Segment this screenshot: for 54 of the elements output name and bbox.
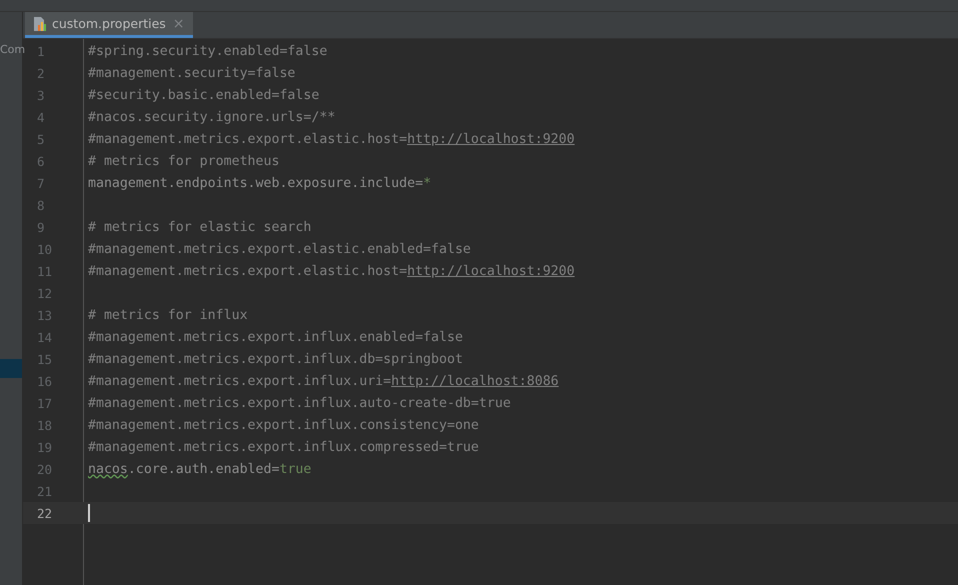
code-comment: #management.metrics.export.influx.auto-create-db=true (88, 396, 511, 410)
property-value: * (423, 176, 432, 190)
property-key: nacos (88, 462, 128, 476)
close-icon[interactable]: × (172, 16, 185, 32)
code-comment: #nacos.security.ignore.urls=/** (88, 110, 336, 124)
file-tab[interactable]: custom.properties × (25, 12, 193, 38)
code-comment: #management.metrics.export.influx.db=springboot (88, 352, 463, 366)
code-comment: #management.metrics.export.elastic.enabled=false (88, 242, 471, 256)
line-number: 5 (36, 132, 46, 146)
line-number: 18 (36, 418, 54, 432)
property-key: management.endpoints.web.exposure.include (88, 176, 416, 190)
line-number: 8 (36, 198, 46, 212)
line-number: 22 (36, 506, 54, 520)
code-comment: # metrics for prometheus (88, 154, 280, 168)
line-number: 11 (36, 264, 54, 278)
line-number: 7 (36, 176, 46, 190)
code-comment: #spring.security.enabled=false (88, 44, 328, 58)
line-number: 10 (36, 242, 54, 256)
line-number: 21 (36, 484, 54, 498)
line-number: 3 (36, 88, 46, 102)
code-comment: #management.metrics.export.influx.uri= (88, 374, 392, 388)
code-comment: #management.metrics.export.influx.compressed=true (88, 440, 479, 454)
code-comment: # metrics for influx (88, 308, 248, 322)
property-key: .core.auth.enabled (128, 462, 272, 476)
url-link[interactable]: http://localhost:8086 (391, 374, 559, 388)
selection-highlight (0, 359, 22, 378)
line-number: 1 (36, 44, 46, 58)
line-number: 15 (36, 352, 54, 366)
property-value: true (279, 462, 312, 476)
line-number: 16 (36, 374, 54, 388)
code-comment: #security.basic.enabled=false (88, 88, 320, 102)
code-comment: #management.metrics.export.elastic.host= (88, 264, 408, 278)
line-number: 19 (36, 440, 54, 454)
equals-sign: = (271, 462, 280, 476)
code-comment: # metrics for elastic search (88, 220, 312, 234)
code-comment: #management.metrics.export.elastic.host= (88, 132, 408, 146)
line-number: 6 (36, 154, 46, 168)
line-number: 17 (36, 396, 54, 410)
line-number: 14 (36, 330, 54, 344)
code-comment: #management.security=false (88, 66, 296, 80)
code-comment: #management.metrics.export.influx.enabled=false (88, 330, 463, 344)
text-cursor (88, 504, 90, 522)
line-number: 2 (36, 66, 46, 80)
line-number: 9 (36, 220, 46, 234)
url-link[interactable]: http://localhost:9200 (407, 264, 575, 278)
line-number: 13 (36, 308, 54, 322)
url-link[interactable]: http://localhost:9200 (407, 132, 575, 146)
equals-sign: = (415, 176, 424, 190)
properties-file-icon (33, 16, 47, 32)
line-number: 4 (36, 110, 46, 124)
line-number: 12 (36, 286, 54, 300)
line-number: 20 (36, 462, 54, 476)
panel-label: Com (0, 42, 23, 58)
code-comment: #management.metrics.export.influx.consistency=one (88, 418, 479, 432)
